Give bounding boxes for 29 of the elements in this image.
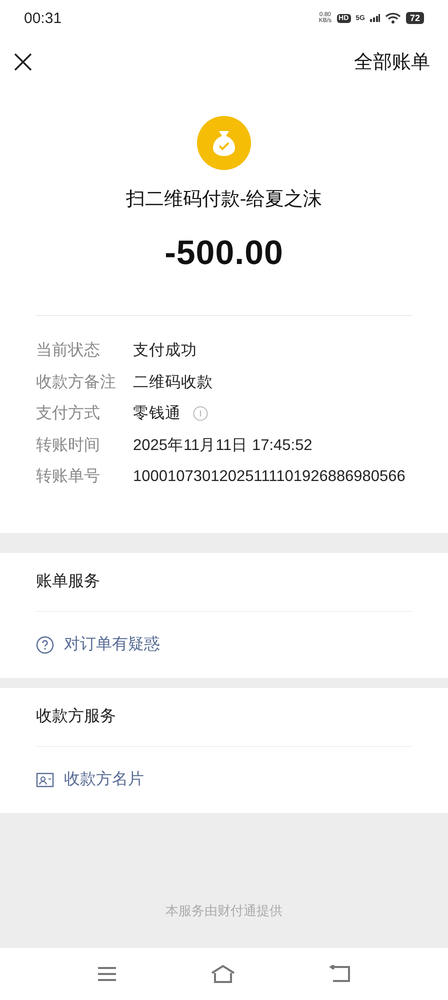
help-icon [36,636,54,654]
detail-label: 支付方式 [36,404,101,424]
close-button[interactable] [14,53,32,71]
detail-value: 10001073012025111101926886980566 [133,468,406,486]
section-title: 账单服务 [36,552,412,612]
service-link[interactable]: 对订单有疑惑 [36,612,412,678]
detail-label: 当前状态 [36,340,101,362]
all-bills-link[interactable]: 全部账单 [354,49,430,75]
detail-label: 转账时间 [36,436,101,456]
detail-value: 2025年11月11日 17:45:52 [133,436,312,456]
wifi-icon [384,12,401,24]
money-bag-icon [197,116,251,170]
section-title: 收款方服务 [36,688,412,746]
footer-note: 本服务由财付通提供 [166,902,282,920]
detail-label: 转账单号 [36,467,101,488]
battery-level: 72 [406,12,424,24]
contact-card-icon [36,772,54,788]
detail-value: 零钱通 [133,404,181,424]
detail-value: 二维码收款 [133,372,213,393]
payment-amount: -500.00 [164,234,284,273]
payment-title: 扫二维码付款-给夏之沫 [126,188,322,212]
back-icon[interactable] [329,965,352,983]
signal-icon [370,14,380,22]
service-link[interactable]: 收款方名片 [36,746,412,812]
home-icon[interactable] [210,964,236,984]
detail-label: 收款方备注 [36,372,117,393]
detail-value: 支付成功 [133,341,197,362]
status-time: 00:31 [24,10,62,26]
menu-icon[interactable] [96,966,117,982]
